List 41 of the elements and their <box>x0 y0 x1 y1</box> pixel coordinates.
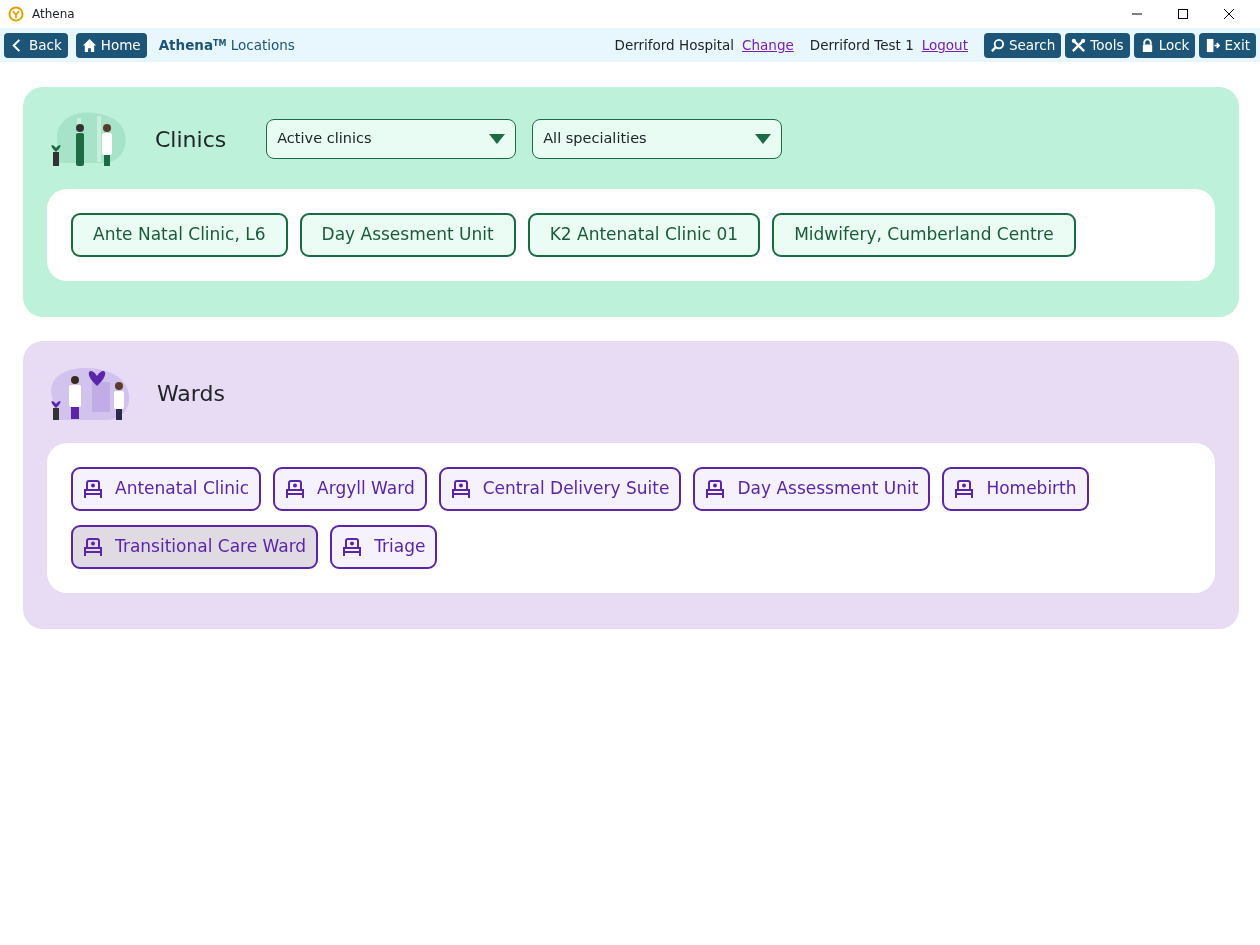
home-icon <box>81 37 97 53</box>
search-icon <box>989 37 1005 53</box>
bed-icon <box>705 479 726 499</box>
ward-button[interactable]: Argyll Ward <box>273 467 427 511</box>
change-link[interactable]: Change <box>742 34 794 56</box>
bed-icon <box>285 479 306 499</box>
dropdown[interactable]: Active clinics <box>266 119 517 159</box>
app-logo-icon <box>8 6 24 22</box>
section-title: Clinics <box>155 125 227 154</box>
exit-button[interactable]: Exit <box>1199 32 1256 58</box>
clinic-button[interactable]: Midwifery, Cumberland Centre <box>772 213 1076 257</box>
bed-icon <box>342 537 363 557</box>
section-title: Wards <box>157 379 225 408</box>
ward-button[interactable]: Transitional Care Ward <box>71 525 319 569</box>
hospital-name: Derriford Hospital <box>614 35 735 55</box>
dropdown[interactable]: All specialities <box>532 119 783 159</box>
bed-icon <box>83 537 103 557</box>
back-button[interactable]: Back <box>4 32 68 58</box>
logout-link[interactable]: Logout <box>921 34 968 56</box>
user-name: Derriford Test 1 <box>809 35 914 55</box>
clinic-button[interactable]: Day Assesment Unit <box>299 213 516 257</box>
breadcrumb-title: Athena$^{TM}$ Locations <box>158 35 295 55</box>
wrench-icon <box>1071 37 1087 53</box>
ward-button[interactable]: Antenatal Clinic <box>71 467 262 511</box>
door-icon <box>1205 37 1221 53</box>
dropdown-caret-icon <box>489 134 506 144</box>
dropdown-caret-icon <box>755 134 772 144</box>
home-button[interactable]: Home <box>75 32 147 58</box>
window-title: Athena <box>32 6 75 23</box>
bed-icon <box>83 479 103 499</box>
ward-button[interactable]: Triage <box>330 525 438 569</box>
clinic-button[interactable]: Ante Natal Clinic, L6 <box>71 213 288 257</box>
search-button[interactable]: Search <box>983 32 1062 58</box>
bed-icon <box>450 479 471 499</box>
tools-button[interactable]: Tools <box>1065 32 1130 58</box>
clinic-button[interactable]: K2 Antenatal Clinic 01 <box>527 213 761 257</box>
lock-button[interactable]: Lock <box>1133 32 1196 58</box>
bed-icon <box>954 479 975 499</box>
ward-button[interactable]: Day Assessment Unit <box>693 467 931 511</box>
ward-button[interactable]: Homebirth <box>942 467 1089 511</box>
ward-button[interactable]: Central Delivery Suite <box>438 467 682 511</box>
